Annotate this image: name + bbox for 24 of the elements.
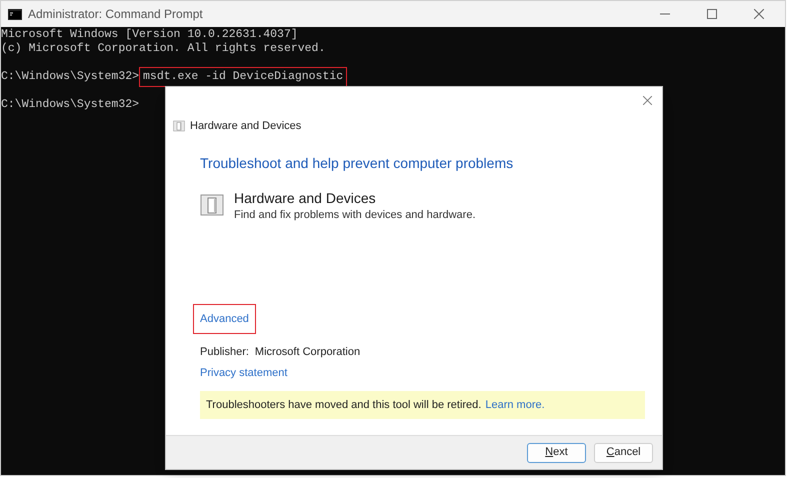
window-title: Administrator: Command Prompt bbox=[28, 6, 203, 23]
notice-text: Troubleshooters have moved and this tool will be retired. bbox=[206, 398, 482, 413]
dialog-title: Hardware and Devices bbox=[190, 118, 302, 134]
publisher-name: Microsoft Corporation bbox=[254, 345, 360, 360]
publisher-label: Publisher: bbox=[200, 345, 249, 360]
troubleshooter-description: Find and fix problems with devices and hardware. bbox=[234, 208, 476, 223]
console-line: Microsoft Windows [Version 10.0.22631.4037] bbox=[1, 28, 299, 42]
next-button[interactable]: Next bbox=[527, 442, 586, 462]
console-line: (c) Microsoft Corporation. All rights reserved. bbox=[1, 42, 326, 56]
console-prompt: C:\Windows\System32> bbox=[1, 70, 140, 84]
console-prompt: C:\Windows\System32> bbox=[1, 98, 140, 112]
device-icon bbox=[200, 193, 224, 217]
device-icon bbox=[173, 120, 185, 132]
terminal-icon bbox=[8, 8, 22, 20]
advanced-link[interactable]: Advanced bbox=[193, 304, 256, 334]
close-icon[interactable] bbox=[754, 9, 764, 19]
troubleshooter-name[interactable]: Hardware and Devices bbox=[234, 190, 476, 207]
learn-more-link[interactable]: Learn more. bbox=[485, 396, 545, 414]
console-command: msdt.exe -id DeviceDiagnostic bbox=[142, 70, 344, 84]
maximize-icon[interactable] bbox=[707, 9, 717, 19]
close-icon[interactable] bbox=[643, 96, 652, 104]
dialog-heading: Troubleshoot and help prevent computer problems bbox=[200, 154, 514, 173]
cancel-button[interactable]: Cancel bbox=[594, 442, 653, 462]
privacy-link[interactable]: Privacy statement bbox=[200, 364, 288, 381]
